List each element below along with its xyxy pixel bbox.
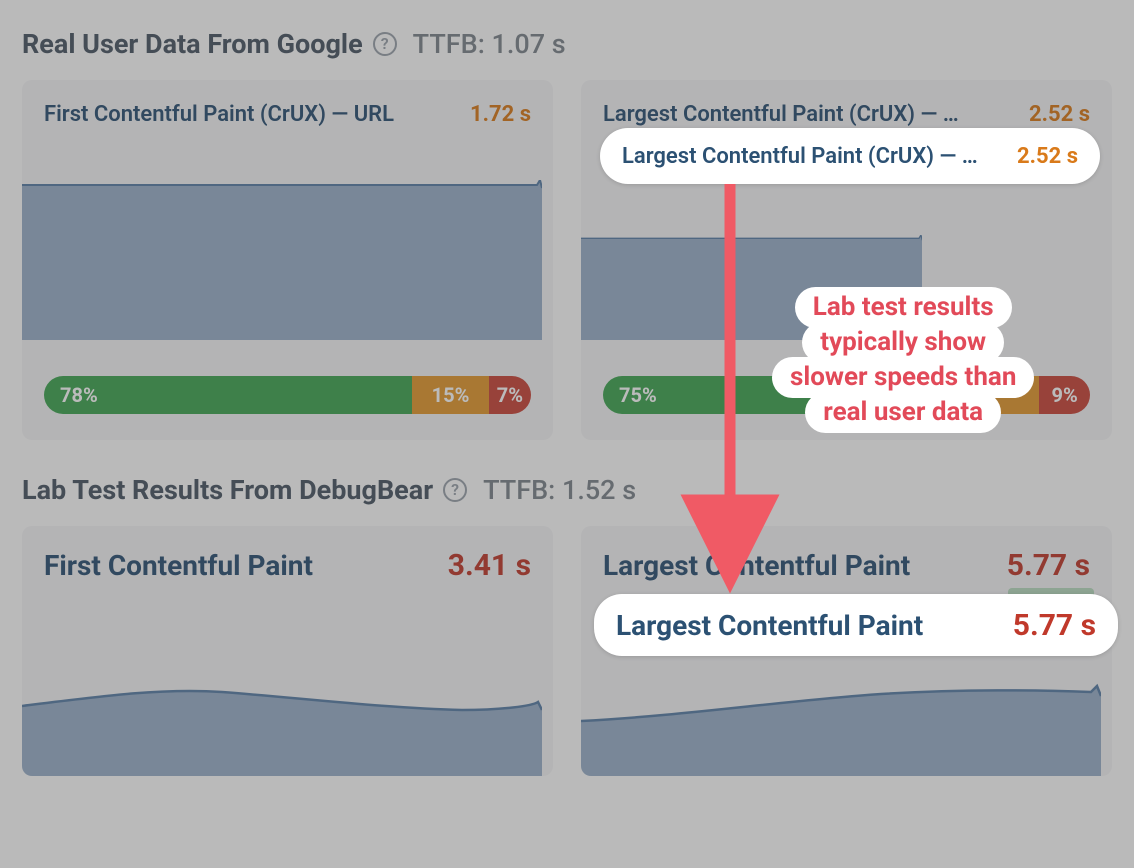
metric-value: 3.41 s xyxy=(448,548,531,583)
ttfb-value: TTFB: 1.52 s xyxy=(483,474,636,506)
ttfb-value: TTFB: 1.07 s xyxy=(413,28,566,60)
annotation-arrow-icon xyxy=(700,184,760,584)
card-header: First Contentful Paint 3.41 s xyxy=(22,526,553,583)
help-icon[interactable]: ? xyxy=(443,478,467,502)
metric-name: First Contentful Paint (CrUX) — URL xyxy=(44,102,460,127)
fcp-crux-sparkline xyxy=(22,180,542,340)
metric-value: 1.72 s xyxy=(470,102,531,127)
highlight-lab-lcp: Largest Contentful Paint 5.77 s xyxy=(594,594,1118,656)
fcp-lab-sparkline xyxy=(22,666,542,776)
distribution-bar: 78% 15% 7% xyxy=(44,376,531,414)
metric-name: Largest Contentful Paint xyxy=(616,609,997,642)
metric-value: 2.52 s xyxy=(1017,144,1078,169)
metric-name: Largest Contentful Paint xyxy=(603,549,997,582)
metric-name: Largest Contentful Paint (CrUX) — … xyxy=(622,144,1001,169)
section-title: Real User Data From Google xyxy=(22,28,363,60)
dist-needs-improvement: 15% xyxy=(412,376,489,414)
lab-section-header: Lab Test Results From DebugBear ? TTFB: … xyxy=(22,474,1112,506)
card-header: First Contentful Paint (CrUX) — URL 1.72… xyxy=(22,80,553,127)
section-title: Lab Test Results From DebugBear xyxy=(22,474,433,506)
crux-fcp-card[interactable]: First Contentful Paint (CrUX) — URL 1.72… xyxy=(22,80,553,440)
metric-name: Largest Contentful Paint (CrUX) — … xyxy=(603,102,1019,127)
annotation-line: real user data xyxy=(805,392,1001,433)
annotation-callout: Lab test results typically show slower s… xyxy=(772,290,1034,430)
help-icon[interactable]: ? xyxy=(373,32,397,56)
metric-value: 5.77 s xyxy=(1007,548,1090,583)
dist-poor: 9% xyxy=(1039,376,1090,414)
highlight-crux-lcp: Largest Contentful Paint (CrUX) — … 2.52… xyxy=(600,128,1100,184)
metric-value: 5.77 s xyxy=(1013,608,1096,643)
metric-name: First Contentful Paint xyxy=(44,549,438,582)
card-header: Largest Contentful Paint (CrUX) — … 2.52… xyxy=(581,80,1112,127)
lab-fcp-card[interactable]: First Contentful Paint 3.41 s xyxy=(22,526,553,776)
real-user-section-header: Real User Data From Google ? TTFB: 1.07 … xyxy=(22,28,1112,60)
dist-good: 78% xyxy=(44,376,412,414)
dist-poor: 7% xyxy=(489,376,531,414)
card-header: Largest Contentful Paint 5.77 s xyxy=(581,526,1112,583)
lcp-lab-sparkline xyxy=(581,666,1101,776)
metric-value: 2.52 s xyxy=(1029,102,1090,127)
